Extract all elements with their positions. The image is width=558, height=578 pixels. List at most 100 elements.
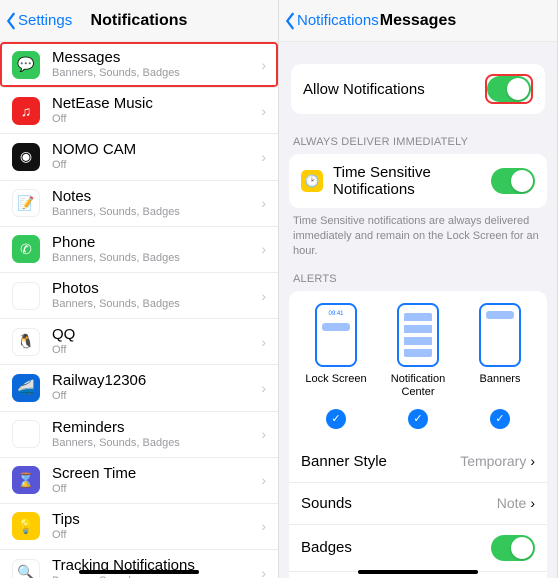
right-header: Notifications Messages bbox=[279, 0, 557, 42]
phone-preview-icon bbox=[315, 303, 357, 367]
time-sensitive-toggle[interactable] bbox=[491, 168, 535, 194]
setting-row-banner_style[interactable]: Banner StyleTemporary› bbox=[289, 441, 547, 483]
setting-label: Badges bbox=[301, 539, 491, 556]
setting-row-badges[interactable]: Badges bbox=[289, 525, 547, 572]
alert-check-center[interactable]: ✓ bbox=[408, 409, 428, 429]
chevron-right-icon: › bbox=[261, 334, 266, 350]
back-to-notifications[interactable]: Notifications bbox=[283, 12, 379, 30]
chevron-right-icon: › bbox=[261, 57, 266, 73]
home-indicator bbox=[358, 570, 478, 574]
chevron-right-icon: › bbox=[261, 103, 266, 119]
app-icon: ❋ bbox=[12, 282, 40, 310]
app-row-reminders[interactable]: ⋮RemindersBanners, Sounds, Badges› bbox=[0, 412, 278, 458]
setting-value: Temporary bbox=[460, 453, 526, 469]
alert-check-lock[interactable]: ✓ bbox=[326, 409, 346, 429]
alert-style-checks: ✓ ✓ ✓ bbox=[289, 409, 547, 441]
app-row-qq[interactable]: 🐧 QQOff › bbox=[0, 319, 278, 365]
page-title: Notifications bbox=[91, 12, 188, 30]
app-icon: ⌛ bbox=[12, 466, 40, 494]
app-subtitle: Banners, Sounds, Badges bbox=[52, 298, 255, 311]
app-name: QQ bbox=[52, 326, 255, 344]
allow-notifications-section: Allow Notifications bbox=[279, 42, 557, 122]
app-row-railway12306[interactable]: 🚄Railway12306Off› bbox=[0, 365, 278, 411]
page-title: Messages bbox=[380, 12, 457, 30]
chevron-left-icon bbox=[283, 12, 297, 30]
chevron-right-icon: › bbox=[261, 472, 266, 488]
app-row-messages[interactable]: 💬MessagesBanners, Sounds, Badges› bbox=[0, 42, 278, 88]
app-row-netease-music[interactable]: ♫NetEase MusicOff› bbox=[0, 88, 278, 134]
back-label: Notifications bbox=[297, 12, 379, 29]
app-icon: ✆ bbox=[12, 235, 40, 263]
app-subtitle: Off bbox=[52, 344, 255, 357]
app-icon: 💬 bbox=[12, 51, 40, 79]
alert-check-banner[interactable]: ✓ bbox=[490, 409, 510, 429]
alert-style-options: Lock ScreenNotification CenterBanners bbox=[289, 291, 547, 409]
setting-label: Banner Style bbox=[301, 453, 460, 470]
chevron-left-icon bbox=[4, 12, 18, 30]
app-row-tips[interactable]: 💡 TipsOff › bbox=[0, 504, 278, 550]
section-alerts: ALERTS bbox=[279, 259, 557, 291]
chevron-right-icon: › bbox=[530, 453, 535, 469]
app-icon: 💡 bbox=[12, 512, 40, 540]
time-sensitive-note: Time Sensitive notifications are always … bbox=[279, 208, 557, 259]
allow-notifications-label: Allow Notifications bbox=[303, 81, 485, 98]
app-name: Photos bbox=[52, 280, 255, 298]
app-subtitle: Off bbox=[52, 159, 255, 172]
alert-option-center[interactable]: Notification Center bbox=[378, 303, 458, 399]
messages-notification-settings-pane: Notifications Messages Allow Notificatio… bbox=[279, 0, 558, 578]
app-subtitle: Banners, Sounds, Badges bbox=[52, 252, 255, 265]
app-subtitle: Banners, Sounds, Badges bbox=[52, 437, 255, 450]
app-row-nomo-cam[interactable]: ◉ NOMO CAMOff › bbox=[0, 134, 278, 180]
app-subtitle: Off bbox=[52, 390, 255, 403]
chevron-right-icon: › bbox=[261, 241, 266, 257]
app-icon: 🔍 bbox=[12, 559, 40, 578]
home-indicator bbox=[79, 570, 199, 574]
app-name: Railway12306 bbox=[52, 372, 255, 390]
clock-icon: 🕑 bbox=[301, 170, 323, 192]
app-subtitle: Off bbox=[52, 483, 255, 496]
chevron-right-icon: › bbox=[261, 195, 266, 211]
app-row-phone[interactable]: ✆ PhoneBanners, Sounds, Badges › bbox=[0, 227, 278, 273]
allow-notifications-toggle[interactable] bbox=[487, 76, 531, 102]
chevron-right-icon: › bbox=[261, 518, 266, 534]
setting-value: Note bbox=[497, 495, 527, 511]
app-subtitle: Banners, Sounds, Badges bbox=[52, 206, 255, 219]
chevron-right-icon: › bbox=[261, 288, 266, 304]
app-name: NOMO CAM bbox=[52, 141, 255, 159]
alert-option-lock[interactable]: Lock Screen bbox=[296, 303, 376, 399]
app-name: Messages bbox=[52, 49, 255, 67]
notifications-app-list-pane: Settings Notifications 💬 Messages Banners,… bbox=[0, 0, 279, 578]
time-sensitive-row[interactable]: 🕑 Time Sensitive Notifications bbox=[289, 154, 547, 208]
chevron-right-icon: › bbox=[261, 149, 266, 165]
back-label: Settings bbox=[18, 12, 72, 29]
phone-preview-icon bbox=[479, 303, 521, 367]
chevron-right-icon: › bbox=[261, 380, 266, 396]
alert-option-banner[interactable]: Banners bbox=[460, 303, 540, 399]
badges-toggle[interactable] bbox=[491, 535, 535, 561]
app-row-screen-time[interactable]: ⌛ Screen TimeOff › bbox=[0, 458, 278, 504]
time-sensitive-label: Time Sensitive Notifications bbox=[333, 164, 491, 198]
app-icon: 📝 bbox=[12, 189, 40, 217]
app-row-notes[interactable]: 📝NotesBanners, Sounds, Badges› bbox=[0, 181, 278, 227]
app-name: Reminders bbox=[52, 419, 255, 437]
chevron-right-icon: › bbox=[530, 495, 535, 511]
app-icon: ◉ bbox=[12, 143, 40, 171]
app-row-photos[interactable]: ❋ PhotosBanners, Sounds, Badges › bbox=[0, 273, 278, 319]
app-name: Tips bbox=[52, 511, 255, 529]
chevron-right-icon: › bbox=[261, 565, 266, 578]
app-subtitle: Off bbox=[52, 529, 255, 542]
alert-option-label: Lock Screen bbox=[296, 373, 376, 386]
setting-row-sounds[interactable]: SoundsNote› bbox=[289, 483, 547, 525]
app-name: NetEase Music bbox=[52, 95, 255, 113]
phone-preview-icon bbox=[397, 303, 439, 367]
app-icon: 🐧 bbox=[12, 328, 40, 356]
app-icon: ⋮ bbox=[12, 420, 40, 448]
app-subtitle: Off bbox=[52, 113, 255, 126]
left-header: Settings Notifications bbox=[0, 0, 278, 42]
alert-option-label: Banners bbox=[460, 373, 540, 386]
app-name: Phone bbox=[52, 234, 255, 252]
app-list: 💬MessagesBanners, Sounds, Badges›♫NetEas… bbox=[0, 42, 278, 578]
app-name: Screen Time bbox=[52, 465, 255, 483]
section-always-deliver: ALWAYS DELIVER IMMEDIATELY bbox=[279, 122, 557, 154]
back-to-settings[interactable]: Settings bbox=[4, 12, 72, 30]
